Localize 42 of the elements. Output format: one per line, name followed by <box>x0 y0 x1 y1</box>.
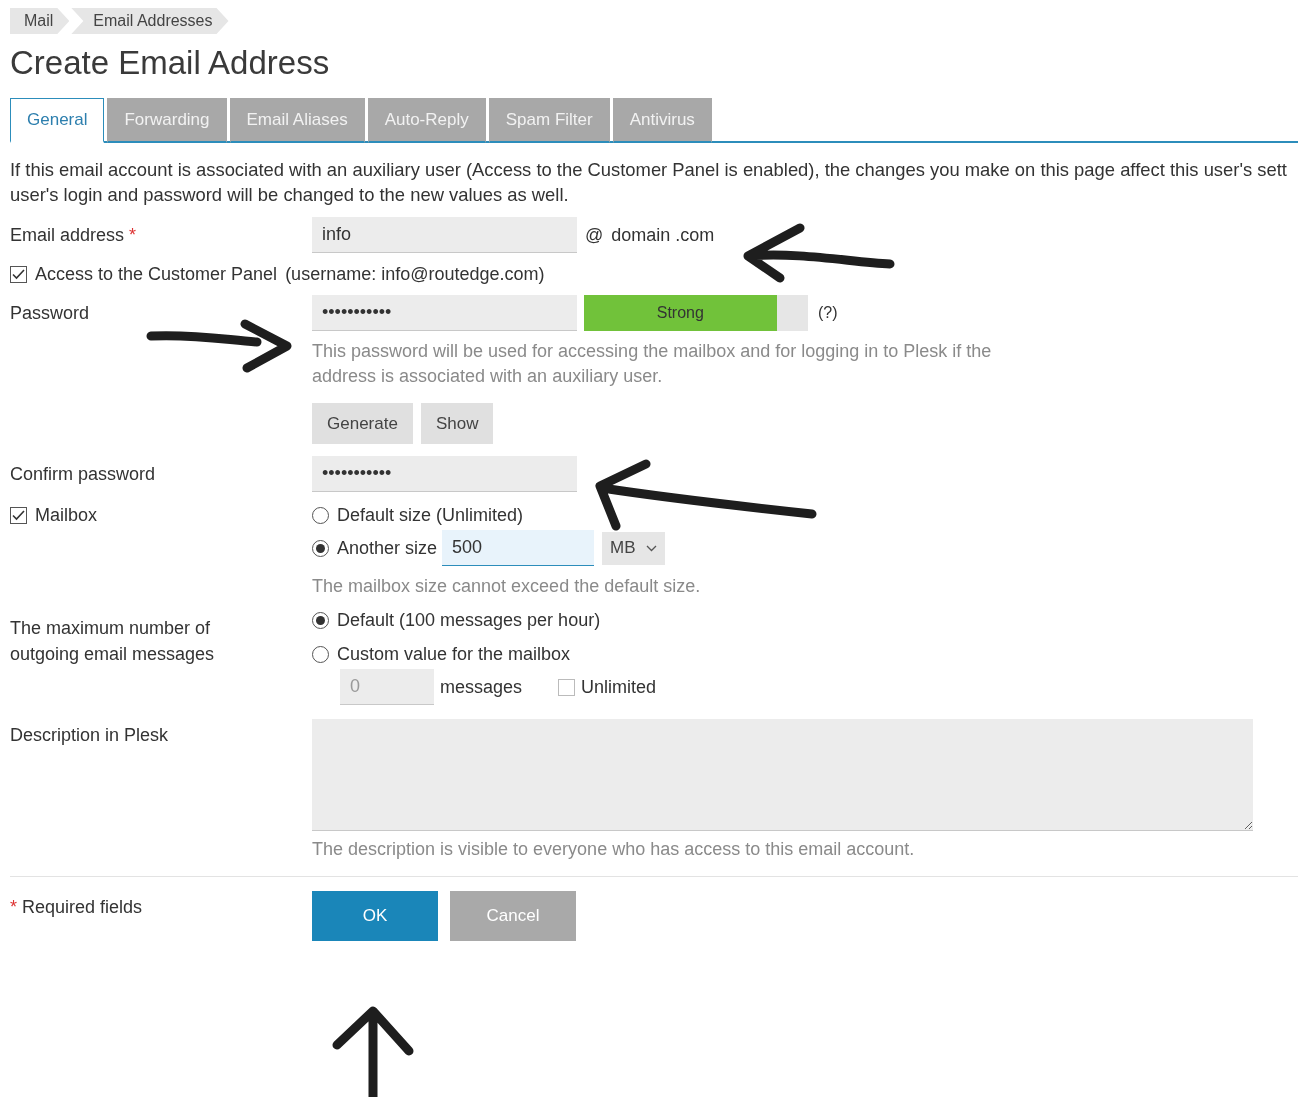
unit-text: messages <box>440 676 523 698</box>
tab[interactable]: General <box>10 98 105 143</box>
confirm-password-field[interactable]: ••••••••••• <box>312 456 577 492</box>
radio-label: Default size (Unlimited) <box>337 504 524 526</box>
at-sign: @ <box>585 224 604 246</box>
strength-label: Strong <box>656 304 704 322</box>
checkbox-label: Unlimited <box>581 676 657 698</box>
username-text: (username: info@routedge.com) <box>285 263 545 285</box>
field-label: Confirm password <box>10 463 157 486</box>
ok-button[interactable]: OK <box>312 891 438 941</box>
unit-select[interactable]: MB <box>602 531 665 565</box>
breadcrumb-link[interactable]: Mail <box>10 8 70 34</box>
email-field[interactable]: info <box>312 217 577 253</box>
hint-text: address is associated with an auxiliary user. <box>312 365 664 388</box>
size-field[interactable]: 500 <box>442 530 595 566</box>
checkbox-label: Mailbox <box>35 504 98 526</box>
checkbox[interactable] <box>10 265 27 283</box>
required-note: * Required fields <box>10 896 144 919</box>
checkbox[interactable] <box>10 506 27 524</box>
checkbox-label: Access to the Customer Panel <box>35 263 278 285</box>
intro-text: user's login and password will be changed to the new values as well. <box>10 184 570 205</box>
field-label: outgoing email messages <box>10 643 216 666</box>
hint-text: The mailbox size cannot exceed the default size. <box>312 575 702 598</box>
hint-text: This password will be used for accessing the mailbox and for logging in to Plesk if the <box>312 340 993 363</box>
domain-text: domain .com <box>611 224 715 246</box>
help-link[interactable]: (?) <box>818 302 838 324</box>
chevron-down-icon <box>645 544 657 552</box>
field-label: The maximum number of <box>10 617 212 640</box>
description-field[interactable] <box>312 719 1253 831</box>
breadcrumb-link[interactable]: Email Addresses <box>71 8 229 34</box>
hint-text: The description is visible to everyone who has access to this email account. <box>312 838 916 861</box>
radio-label: Another size <box>337 537 438 559</box>
password-field[interactable]: ••••••••••• <box>312 295 577 331</box>
field-label: Email address * <box>10 224 138 247</box>
radio-label: Default (100 messages per hour) <box>337 609 601 631</box>
page-title: Create Email Address <box>10 44 331 82</box>
action-button[interactable]: Generate <box>312 403 413 444</box>
intro-text: If this email account is associated with an auxiliary user (Access to the Customer Panel is enabled), the changes you make on this page affect this user's sett <box>10 159 1288 180</box>
field-label: Description in Plesk <box>10 724 170 747</box>
action-button[interactable]: Show <box>420 403 494 444</box>
radio-label: Custom value for the mailbox <box>337 643 571 665</box>
field-label: Password <box>10 302 91 325</box>
